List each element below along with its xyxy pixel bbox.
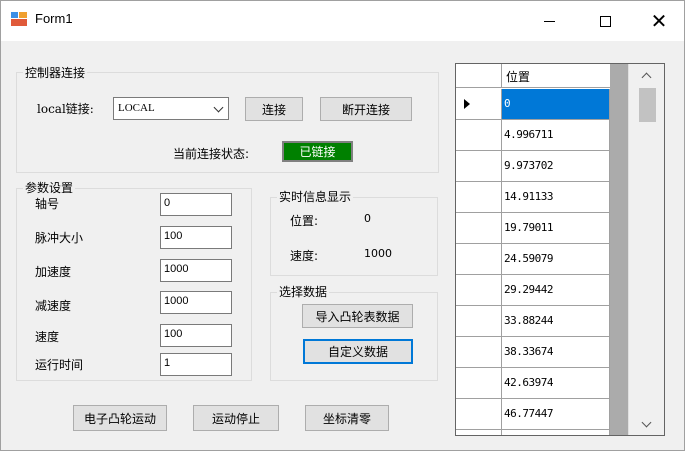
run-time-input[interactable]: 1 — [160, 353, 232, 376]
pulse-size-input[interactable]: 100 — [160, 226, 232, 249]
close-button[interactable]: ✕ — [636, 1, 682, 41]
row-header[interactable] — [456, 430, 502, 435]
local-combo-value: LOCAL — [118, 102, 155, 114]
table-row[interactable]: 4.996711 — [456, 120, 610, 151]
motion-stop-button[interactable]: 运动停止 — [193, 405, 279, 431]
chevron-down-icon — [213, 102, 224, 113]
position-cell[interactable]: 46.77447 — [502, 399, 610, 430]
row-header[interactable] — [456, 399, 502, 430]
connection-status-label: 当前连接状态: — [173, 147, 250, 161]
deceleration-label: 减速度 — [35, 299, 72, 313]
row-header[interactable] — [456, 244, 502, 275]
local-combo[interactable]: LOCAL — [113, 97, 229, 120]
axis-input[interactable]: 0 — [160, 193, 232, 216]
acceleration-input[interactable]: 1000 — [160, 259, 232, 282]
row-header[interactable] — [456, 182, 502, 213]
connect-button[interactable]: 连接 — [245, 97, 303, 121]
current-row-pointer-icon — [464, 99, 470, 109]
position-cell[interactable]: 24.59079 — [502, 244, 610, 275]
select-data-group-title: 选择数据 — [277, 283, 330, 300]
position-cell[interactable]: 14.91133 — [502, 182, 610, 213]
grid-empty-area — [610, 64, 628, 435]
table-row[interactable]: 9.973702 — [456, 151, 610, 182]
close-icon: ✕ — [650, 9, 668, 33]
cam-motion-button[interactable]: 电子凸轮运动 — [73, 405, 167, 431]
zero-coordinates-button[interactable]: 坐标清零 — [305, 405, 389, 431]
position-cell[interactable]: 0 — [502, 89, 610, 120]
position-cell[interactable]: 33.88244 — [502, 306, 610, 337]
speed-readout-value: 1000 — [364, 247, 392, 260]
run-time-label: 运行时间 — [35, 358, 84, 372]
row-header[interactable] — [456, 275, 502, 306]
realtime-group-title: 实时信息显示 — [277, 188, 354, 205]
grid-vertical-scrollbar[interactable] — [628, 64, 664, 435]
table-row[interactable]: 29.29442 — [456, 275, 610, 306]
position-cell[interactable]: 50.73459 — [502, 430, 610, 435]
connection-group-title: 控制器连接 — [23, 64, 88, 81]
table-row[interactable]: 42.63974 — [456, 368, 610, 399]
minimize-button[interactable] — [526, 1, 572, 41]
table-row[interactable]: 14.91133 — [456, 182, 610, 213]
disconnect-button[interactable]: 断开连接 — [320, 97, 412, 121]
grid-corner-header — [456, 64, 502, 88]
row-header[interactable] — [456, 89, 502, 120]
position-cell[interactable]: 9.973702 — [502, 151, 610, 182]
maximize-icon — [599, 15, 611, 27]
table-row[interactable]: 33.88244 — [456, 306, 610, 337]
import-cam-table-button[interactable]: 导入凸轮表数据 — [302, 304, 413, 328]
scroll-down-icon[interactable] — [641, 417, 652, 428]
table-row[interactable]: 50.73459 — [456, 430, 610, 435]
custom-data-button[interactable]: 自定义数据 — [303, 339, 413, 364]
table-row[interactable]: 19.79011 — [456, 213, 610, 244]
pulse-size-label: 脉冲大小 — [35, 231, 84, 245]
row-header[interactable] — [456, 120, 502, 151]
realtime-group — [270, 197, 438, 276]
title-bar[interactable]: Form1 ✕ — [1, 1, 684, 41]
position-cell[interactable]: 29.29442 — [502, 275, 610, 306]
table-row[interactable]: 0 — [456, 89, 610, 120]
row-header[interactable] — [456, 337, 502, 368]
params-group-title: 参数设置 — [23, 179, 76, 196]
row-header[interactable] — [456, 151, 502, 182]
form-window: Form1 ✕ 控制器连接 local链接: LOCAL 连接 断开连接 当前连… — [0, 0, 685, 451]
table-row[interactable]: 38.33674 — [456, 337, 610, 368]
position-column-header[interactable]: 位置 — [506, 68, 530, 85]
position-cell[interactable]: 42.63974 — [502, 368, 610, 399]
minimize-icon — [543, 20, 555, 22]
table-row[interactable]: 24.59079 — [456, 244, 610, 275]
form-app-icon — [11, 12, 27, 26]
maximize-button[interactable] — [582, 1, 628, 41]
deceleration-input[interactable]: 1000 — [160, 291, 232, 314]
position-cell[interactable]: 38.33674 — [502, 337, 610, 368]
local-link-label: local链接: — [37, 102, 94, 116]
grid-header: 位置 — [456, 64, 610, 88]
row-header[interactable] — [456, 213, 502, 244]
acceleration-label: 加速度 — [35, 265, 72, 279]
table-row[interactable]: 46.77447 — [456, 399, 610, 430]
speed-label: 速度 — [35, 330, 60, 344]
position-data-grid[interactable]: 位置 0 4.996711 9.973702 14.91133 19.79011 24.5… — [455, 63, 665, 436]
row-header[interactable] — [456, 368, 502, 399]
connection-status-indicator: 已链接 — [282, 141, 353, 162]
position-cell[interactable]: 4.996711 — [502, 120, 610, 151]
speed-input[interactable]: 100 — [160, 324, 232, 347]
position-cell[interactable]: 19.79011 — [502, 213, 610, 244]
speed-readout-label: 速度: — [290, 249, 319, 263]
row-header[interactable] — [456, 306, 502, 337]
axis-label: 轴号 — [35, 197, 60, 211]
window-title: Form1 — [35, 11, 73, 26]
position-label: 位置: — [290, 214, 319, 228]
scroll-thumb[interactable] — [639, 88, 656, 122]
connection-status-value: 已链接 — [284, 143, 351, 160]
scroll-up-icon[interactable] — [641, 72, 652, 83]
position-value: 0 — [364, 212, 371, 225]
